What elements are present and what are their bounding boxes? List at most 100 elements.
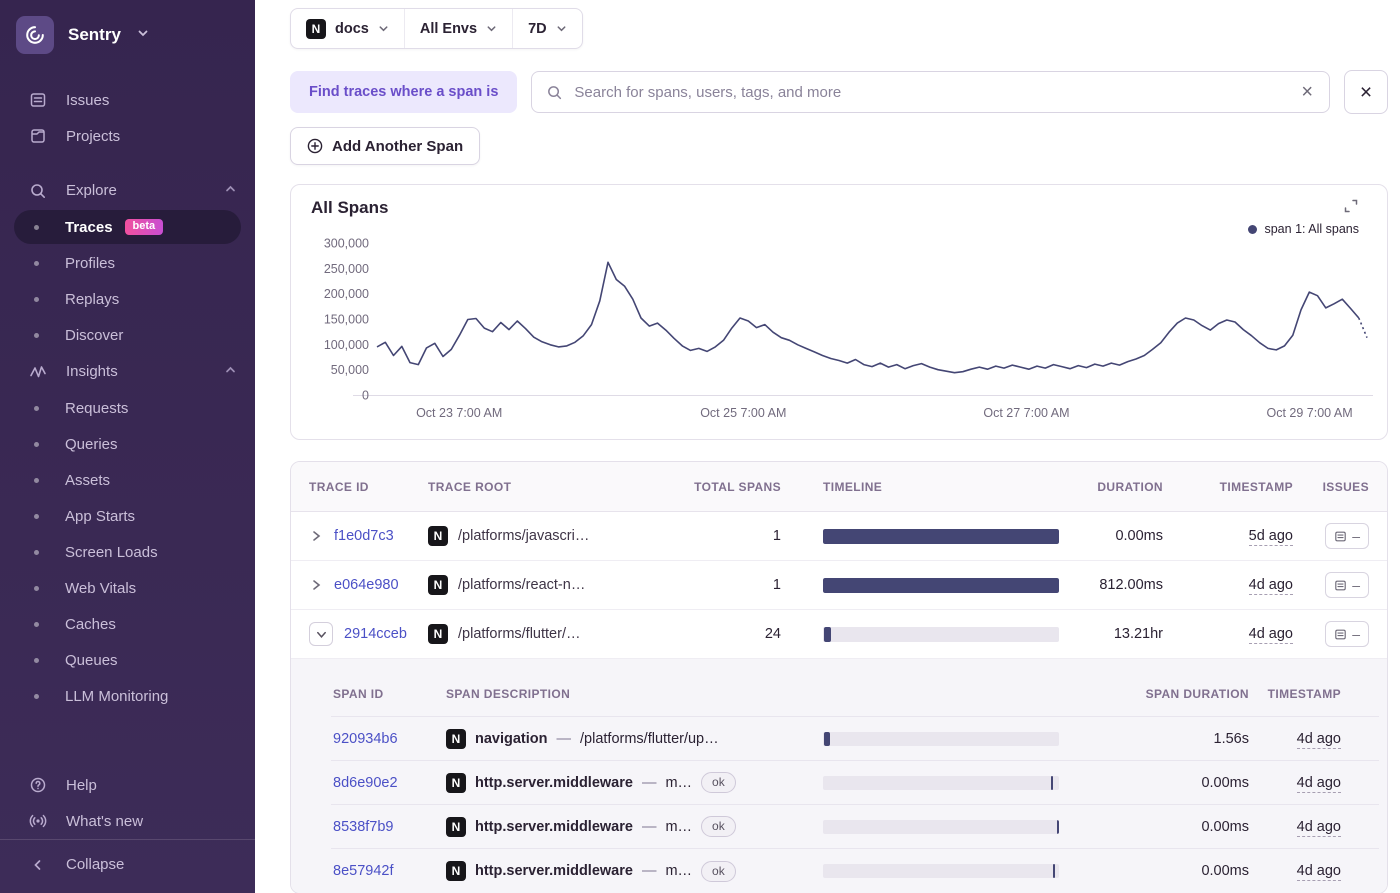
timestamp-value[interactable]: 4d ago [1248, 626, 1293, 644]
sidebar-item-label: Traces [65, 218, 113, 236]
table-row[interactable]: f1e0d7c3 N /platforms/javascri… 1 0.00ms… [291, 512, 1387, 561]
span-op: http.server.middleware [475, 818, 633, 835]
table-row[interactable]: e064e980 N /platforms/react-n… 1 812.00m… [291, 561, 1387, 610]
span-row[interactable]: 8e57942f N http.server.middleware — m… o… [331, 849, 1379, 893]
sidebar-item-issues[interactable]: Issues [0, 82, 255, 118]
sidebar-item-caches[interactable]: Caches [0, 606, 255, 642]
trace-id-link[interactable]: 2914cceb [344, 626, 407, 642]
clear-search-icon[interactable]: × [1299, 82, 1315, 102]
project-selector[interactable]: N docs [291, 9, 404, 48]
sidebar-footer: Help What's new Collapse [0, 767, 255, 893]
sidebar-item-help[interactable]: Help [0, 767, 255, 803]
bullet-icon [34, 260, 39, 266]
span-table-header: SPAN ID SPAN DESCRIPTION SPAN DURATION T… [331, 671, 1379, 717]
platform-icon: N [428, 575, 448, 595]
sidebar-item-label: What's new [66, 812, 144, 830]
span-op: http.server.middleware [475, 774, 633, 791]
chevron-down-icon[interactable] [309, 622, 333, 646]
svg-text:50,000: 50,000 [331, 363, 369, 377]
span-id-link[interactable]: 920934b6 [333, 731, 398, 747]
chevron-right-icon[interactable] [309, 578, 323, 592]
table-row-expanded[interactable]: 2914cceb N /platforms/flutter/… 24 13.21… [291, 610, 1387, 659]
total-spans-value: 1 [772, 528, 781, 544]
trace-root-path: /platforms/flutter/… [458, 626, 581, 642]
sidebar-item-llm-monitoring[interactable]: LLM Monitoring [0, 678, 255, 714]
sidebar-section-explore[interactable]: Explore [0, 172, 255, 209]
search-icon [28, 182, 48, 200]
sidebar-collapse-button[interactable]: Collapse [0, 839, 255, 889]
platform-icon: N [428, 526, 448, 546]
span-id-link[interactable]: 8d6e90e2 [333, 775, 398, 791]
line-chart[interactable]: 0 50,000 100,000 150,000 200,000 250,000 300,0… [291, 185, 1387, 439]
issues-cell[interactable]: – [1325, 621, 1369, 647]
timeline-track [823, 819, 1059, 834]
timestamp-value[interactable]: 4d ago [1296, 863, 1341, 881]
issues-icon [1335, 580, 1346, 590]
sidebar-item-requests[interactable]: Requests [0, 390, 255, 426]
environment-selector[interactable]: All Envs [403, 9, 512, 48]
timeline-track [823, 775, 1059, 790]
add-another-span-button[interactable]: Add Another Span [290, 127, 481, 165]
span-duration-value: 0.00ms [1201, 774, 1249, 791]
issues-cell[interactable]: – [1325, 572, 1369, 598]
span-filter-row: Find traces where a span is × × [290, 70, 1388, 114]
remove-span-condition-button[interactable]: × [1344, 70, 1388, 114]
org-switcher[interactable]: Sentry [0, 0, 255, 64]
main-content: N docs All Envs 7D Find traces where a s… [255, 0, 1400, 893]
traces-table: TRACE ID TRACE ROOT TOTAL SPANS TIMELINE… [290, 461, 1388, 893]
trace-id-link[interactable]: e064e980 [334, 577, 399, 593]
separator: — [641, 774, 657, 791]
app-root: Sentry Issues Projects Explore Traces be… [0, 0, 1400, 893]
project-avatar-icon: N [306, 18, 326, 39]
sidebar-item-discover[interactable]: Discover [0, 317, 255, 353]
bullet-icon [34, 585, 39, 591]
span-duration-value: 1.56s [1213, 730, 1249, 747]
org-name: Sentry [68, 25, 121, 44]
timestamp-value[interactable]: 4d ago [1248, 577, 1293, 595]
sidebar-item-web-vitals[interactable]: Web Vitals [0, 570, 255, 606]
sidebar-item-label: Profiles [65, 254, 116, 272]
span-id-link[interactable]: 8e57942f [333, 863, 393, 879]
sidebar-item-queues[interactable]: Queues [0, 642, 255, 678]
bullet-icon [34, 296, 39, 302]
span-row[interactable]: 8d6e90e2 N http.server.middleware — m… o… [331, 761, 1379, 805]
span-id-link[interactable]: 8538f7b9 [333, 819, 393, 835]
svg-text:Oct 23 7:00 AM: Oct 23 7:00 AM [416, 406, 502, 420]
svg-text:300,000: 300,000 [324, 237, 369, 251]
issues-icon [1335, 629, 1346, 639]
trace-id-link[interactable]: f1e0d7c3 [334, 528, 394, 544]
find-traces-button[interactable]: Find traces where a span is [290, 71, 518, 113]
sidebar-item-replays[interactable]: Replays [0, 281, 255, 317]
span-row[interactable]: 8538f7b9 N http.server.middleware — m… o… [331, 805, 1379, 849]
sidebar-item-assets[interactable]: Assets [0, 462, 255, 498]
timestamp-value[interactable]: 5d ago [1248, 528, 1293, 546]
issues-cell[interactable]: – [1325, 523, 1369, 549]
sidebar-item-screen-loads[interactable]: Screen Loads [0, 534, 255, 570]
timestamp-value[interactable]: 4d ago [1296, 774, 1341, 793]
header-issues: ISSUES [1322, 479, 1369, 494]
timeline-track [823, 864, 1059, 878]
svg-text:Oct 25 7:00 AM: Oct 25 7:00 AM [700, 406, 786, 420]
timeline-bar [824, 626, 832, 642]
sidebar-item-traces[interactable]: Traces beta [14, 210, 241, 244]
sidebar-item-whats-new[interactable]: What's new [0, 803, 255, 839]
timeline-track [823, 626, 1059, 642]
duration-value: 0.00ms [1115, 528, 1163, 544]
timeline-bar [1050, 775, 1054, 790]
chevron-right-icon[interactable] [309, 529, 323, 543]
timestamp-value[interactable]: 4d ago [1296, 818, 1341, 837]
span-row[interactable]: 920934b6 N navigation — /platforms/flutt… [331, 717, 1379, 761]
date-range-selector[interactable]: 7D [512, 9, 582, 48]
sidebar-item-profiles[interactable]: Profiles [0, 245, 255, 281]
sidebar-item-projects[interactable]: Projects [0, 118, 255, 154]
bullet-icon [34, 549, 39, 555]
platform-icon: N [446, 728, 466, 749]
duration-value: 812.00ms [1099, 577, 1163, 593]
timestamp-value[interactable]: 4d ago [1296, 730, 1341, 749]
sidebar-section-insights[interactable]: Insights [0, 353, 255, 390]
header-span-description: SPAN DESCRIPTION [446, 686, 571, 701]
span-search-input[interactable] [574, 83, 1289, 101]
sidebar-item-app-starts[interactable]: App Starts [0, 498, 255, 534]
sidebar-item-label: App Starts [65, 507, 136, 525]
sidebar-item-queries[interactable]: Queries [0, 426, 255, 462]
